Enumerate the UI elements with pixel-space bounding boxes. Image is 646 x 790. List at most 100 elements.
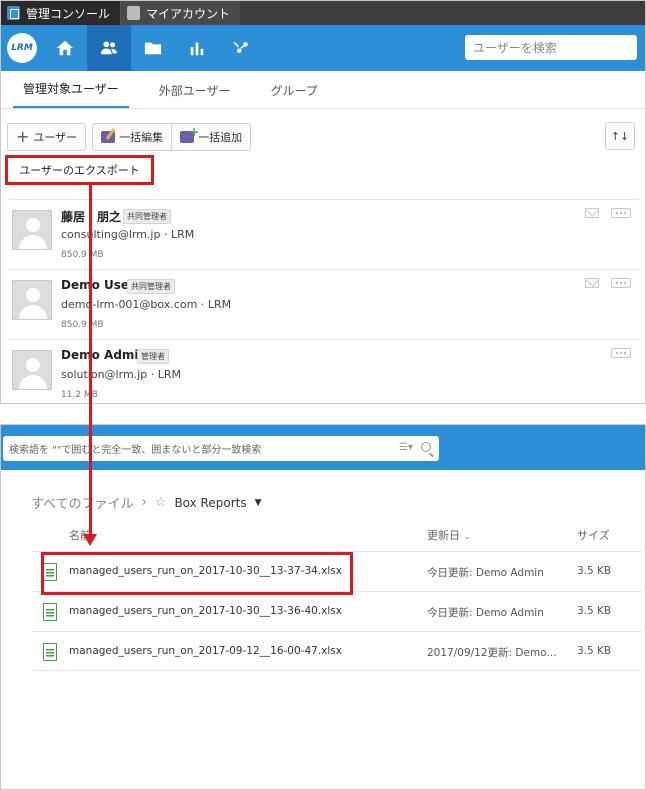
file-name[interactable]: managed_users_run_on_2017-10-30__13-37-3… [69,565,342,577]
box-files-panel: 検索語を ""で囲むと完全一致、囲まないと部分一致検索 ☰▾ すべてのファイル … [0,424,646,790]
role-badge: 共同管理者 [127,279,175,294]
tab-my-account[interactable]: マイアカウント [121,1,241,25]
tab-external-users[interactable]: 外部ユーザー [149,82,241,108]
table-row[interactable]: managed_users_run_on_2017-09-12__16-00-4… [31,631,641,671]
list-item[interactable]: 藤居 朋之 共同管理者 consulting@lrm.jp · LRM 850.… [9,199,639,269]
file-search-placeholder: 検索語を ""で囲むと完全一致、囲まないと部分一致検索 [9,445,262,456]
add-user-label: ユーザー [33,131,78,144]
list-item[interactable]: Demo User 共同管理者 demo-lrm-001@box.com · L… [9,269,639,339]
file-size: 3.5 KB [577,565,612,577]
file-updated: 2017/09/12更新: Demo... [427,647,557,659]
annotation-arrow-head [83,534,97,546]
avatar [12,350,52,390]
more-icon[interactable] [611,348,631,358]
chevron-down-icon: ⌄ [463,532,472,542]
avatar [12,280,52,320]
bulk-actions-group: 一括編集 一括追加 [92,123,252,151]
star-icon[interactable]: ☆ [155,495,167,510]
chevron-down-icon[interactable]: ▼ [255,498,262,508]
user-subtabs: 管理対象ユーザー 外部ユーザー グループ [1,71,645,109]
user-email: solution@lrm.jp · LRM [61,368,181,381]
file-size: 3.5 KB [577,645,612,657]
tab-admin-console-label: 管理コンソール [26,6,111,21]
table-row[interactable]: managed_users_run_on_2017-10-30__13-36-4… [31,591,641,631]
user-list: 藤居 朋之 共同管理者 consulting@lrm.jp · LRM 850.… [9,199,639,403]
row-actions [585,208,631,218]
search-icon[interactable] [421,442,431,452]
spreadsheet-file-icon [43,563,57,581]
mail-icon[interactable] [585,278,599,288]
admin-console-panel: 管理コンソール マイアカウント LRM ユーザーを検索 管理対象ユーザー 外部ユ… [0,0,646,404]
breadcrumb-separator: › [141,495,147,510]
tab-managed-users[interactable]: 管理対象ユーザー [13,80,129,108]
list-item[interactable]: Demo Admin 管理者 solution@lrm.jp · LRM 11.… [9,339,639,403]
bar-chart-icon [190,42,204,56]
mail-icon[interactable] [585,208,599,218]
annotation-arrow-line [89,184,92,534]
bulk-edit-button[interactable]: 一括編集 [92,123,173,151]
file-list: managed_users_run_on_2017-10-30__13-37-3… [31,551,641,671]
user-storage-size: 11.2 MB [61,390,98,400]
avatar [12,210,52,250]
user-search-input[interactable]: ユーザーを検索 [465,35,637,60]
plus-icon: + [16,127,30,146]
nav-content[interactable] [131,25,175,71]
tab-admin-console[interactable]: 管理コンソール [1,1,122,25]
bulk-add-button[interactable]: 一括追加 [172,123,252,151]
more-icon[interactable] [611,278,631,288]
add-user-button[interactable]: + ユーザー [7,123,87,151]
nav-home[interactable] [43,25,87,71]
box-header-bar: 検索語を ""で囲むと完全一致、囲まないと部分一致検索 ☰▾ [1,425,645,470]
my-account-icon [127,6,141,20]
more-icon[interactable] [611,208,631,218]
home-icon [56,40,74,56]
tab-groups[interactable]: グループ [261,82,328,108]
nav-users[interactable] [87,25,131,71]
nav-reports[interactable] [175,25,219,71]
lrm-logo[interactable]: LRM [1,25,43,71]
user-toolbar: + ユーザー 一括編集 一括追加 [7,123,252,151]
file-updated: 今日更新: Demo Admin [427,607,544,619]
breadcrumb-current[interactable]: Box Reports [174,496,246,510]
role-badge: 共同管理者 [123,209,171,224]
users-icon [100,41,118,55]
file-table-header: 名前 更新日 ⌄ サイズ [31,525,641,545]
tab-my-account-label: マイアカウント [146,6,231,21]
bulk-add-icon [180,125,199,143]
user-name: Demo Admin [61,348,148,362]
breadcrumb: すべてのファイル › ☆ Box Reports ▼ [31,493,262,512]
top-navbar: LRM ユーザーを検索 [1,25,645,71]
export-users-label: ユーザーのエクスポート [19,164,140,177]
admin-console-icon [7,6,20,20]
column-header-updated[interactable]: 更新日 ⌄ [427,527,471,543]
bulk-edit-icon [101,131,116,143]
role-badge: 管理者 [137,349,169,364]
user-storage-size: 850.9 MB [61,320,104,330]
row-actions [585,278,631,288]
user-email: consulting@lrm.jp · LRM [61,228,195,241]
row-actions [611,348,631,358]
export-users-button[interactable]: ユーザーのエクスポート [5,155,154,185]
bulk-add-label: 一括追加 [198,131,243,144]
bulk-edit-label: 一括編集 [119,131,164,144]
sort-button[interactable]: ↑↓ [605,122,635,150]
spreadsheet-file-icon [43,603,57,621]
user-name: Demo User [61,278,135,292]
file-search-input[interactable]: 検索語を ""で囲むと完全一致、囲まないと部分一致検索 ☰▾ [3,436,439,461]
nav-apps[interactable] [219,25,263,71]
table-row[interactable]: managed_users_run_on_2017-10-30__13-37-3… [31,551,641,591]
column-header-size[interactable]: サイズ [577,527,610,543]
file-name[interactable]: managed_users_run_on_2017-09-12__16-00-4… [69,645,342,657]
user-email: demo-lrm-001@box.com · LRM [61,298,232,311]
file-updated: 今日更新: Demo Admin [427,567,544,579]
lrm-logo-badge: LRM [7,33,37,63]
spreadsheet-file-icon [43,643,57,661]
user-storage-size: 850.9 MB [61,250,104,260]
filter-icon[interactable]: ☰▾ [399,442,413,453]
sort-icon: ↑↓ [610,129,630,143]
file-name[interactable]: managed_users_run_on_2017-10-30__13-36-4… [69,605,342,617]
window-tabbar: 管理コンソール マイアカウント [1,1,645,25]
breadcrumb-root[interactable]: すべてのファイル [31,493,134,512]
folder-icon [144,42,162,55]
file-size: 3.5 KB [577,605,612,617]
